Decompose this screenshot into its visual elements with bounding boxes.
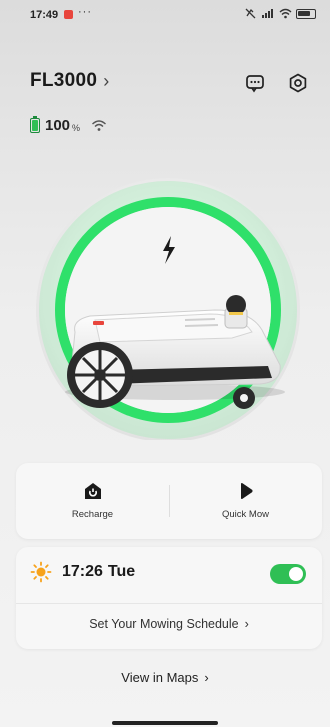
schedule-card: 17:26 Tue Set Your Mowing Schedule › — [16, 547, 322, 649]
schedule-day: Tue — [107, 563, 136, 580]
mute-icon — [245, 8, 256, 19]
wifi-icon — [92, 120, 107, 131]
mower-illustration — [36, 178, 300, 442]
mower-status-hero — [0, 170, 330, 442]
battery-value: 100 — [45, 117, 71, 134]
settings-icon — [289, 73, 307, 93]
status-icons — [245, 8, 316, 19]
chevron-right-icon: › — [204, 670, 209, 685]
chevron-right-icon: › — [244, 616, 249, 631]
chevron-right-icon: › — [103, 70, 110, 91]
set-schedule-label: Set Your Mowing Schedule — [89, 616, 239, 631]
schedule-summary: 17:26 Tue — [30, 561, 135, 583]
home-indicator[interactable] — [112, 721, 218, 725]
play-icon — [240, 483, 253, 499]
notification-app-icon — [64, 10, 73, 19]
battery-charging-icon — [30, 116, 40, 133]
quick-mow-label: Quick Mow — [222, 509, 269, 520]
battery-status: 100 % — [30, 116, 107, 134]
battery-icon — [296, 8, 316, 19]
view-in-maps-label: View in Maps — [121, 670, 199, 685]
chat-icon — [246, 75, 264, 93]
device-header[interactable]: FL3000 › — [30, 70, 109, 92]
set-schedule-link[interactable]: Set Your Mowing Schedule › — [16, 603, 322, 643]
schedule-time-text: 17:26 Tue — [62, 563, 135, 581]
status-time: 17:49 — [30, 9, 59, 21]
settings-button[interactable] — [285, 70, 311, 96]
sun-icon — [30, 561, 52, 583]
quick-mow-button[interactable]: Quick Mow — [169, 463, 322, 539]
wifi-icon — [279, 8, 292, 19]
chat-button[interactable] — [242, 70, 268, 96]
schedule-toggle[interactable] — [270, 564, 306, 584]
recharge-button[interactable]: Recharge — [16, 463, 169, 539]
schedule-time: 17:26 — [62, 563, 103, 580]
recharge-icon — [84, 483, 101, 499]
signal-icon — [262, 9, 273, 18]
status-bar: 17:49 ··· — [0, 0, 330, 28]
view-in-maps-link[interactable]: View in Maps › — [0, 670, 330, 685]
recharge-label: Recharge — [71, 509, 114, 520]
more-notifications-icon: ··· — [78, 6, 92, 18]
quick-actions-card: Recharge Quick Mow — [16, 463, 322, 539]
device-name: FL3000 — [30, 70, 98, 91]
battery-unit: % — [72, 122, 81, 133]
